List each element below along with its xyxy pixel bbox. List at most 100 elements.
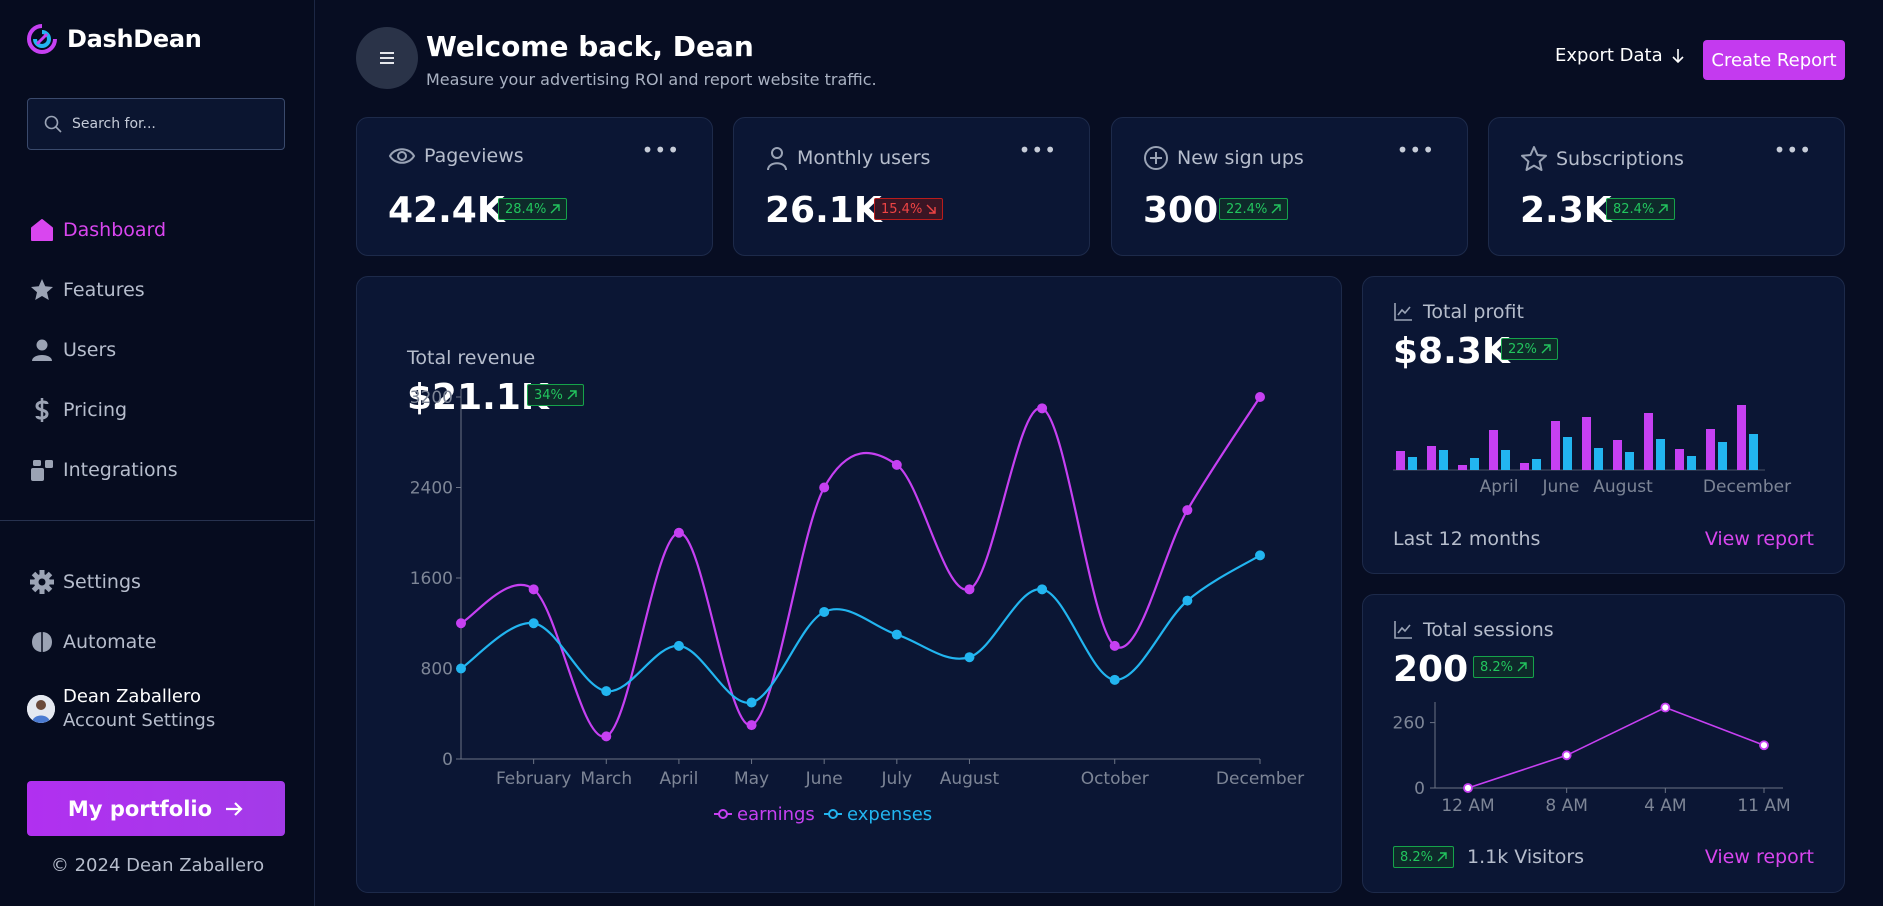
star-outline-icon [1521,146,1547,171]
bar [1470,458,1479,470]
search-input[interactable] [72,116,272,132]
stat-value: 42.4K [388,190,505,231]
sidebar-item-dashboard[interactable]: Dashboard [27,200,178,260]
x-tick-label: October [1081,769,1149,789]
bar [1644,413,1653,470]
data-point-expenses [1109,674,1120,685]
stat-title: Pageviews [388,145,524,167]
data-point-earnings [1037,403,1048,414]
legend-marker [718,809,728,819]
brand[interactable]: DashDean [27,24,202,54]
change-badge: 82.4% [1606,198,1676,220]
sidebar-item-automate[interactable]: Automate [27,612,156,672]
stat-value: 2.3K [1520,190,1612,231]
more-options-icon[interactable]: ••• [642,138,680,162]
y-tick-label: 3200 [410,388,453,408]
more-options-icon[interactable]: ••• [1019,138,1057,162]
x-tick-label: July [881,769,913,789]
x-tick-label: 12 AM [1441,796,1494,816]
bar [1396,451,1405,470]
my-portfolio-button[interactable]: My portfolio [27,781,285,836]
bar [1439,450,1448,470]
sidebar-item-features[interactable]: Features [27,260,178,320]
x-tick-label: May [734,769,769,789]
stat-card-pageviews: Pageviews ••• 42.4K 28.4% [356,117,713,256]
x-tick-label: December [1703,477,1791,497]
stat-value: 300 [1143,190,1219,231]
bar [1706,429,1715,470]
x-tick-label: April [1480,477,1519,497]
change-badge: 22.4% [1219,198,1289,220]
x-tick-label: 4 AM [1644,796,1687,816]
data-point [1660,702,1671,713]
data-point-expenses [1182,595,1193,606]
x-tick-label: August [940,769,1000,789]
more-options-icon[interactable]: ••• [1397,138,1435,162]
integrations-icon [27,455,57,485]
bar [1408,457,1417,470]
x-tick-label: 8 AM [1545,796,1588,816]
brand-logo-icon [27,24,57,54]
data-point-expenses [601,686,612,697]
sidebar-item-pricing[interactable]: Pricing [27,380,178,440]
bar [1737,405,1746,470]
export-data-button[interactable]: Export Data [1555,45,1685,66]
view-report-link[interactable]: View report [1705,528,1814,550]
account-settings-link[interactable]: Dean Zaballero Account Settings [27,685,215,733]
stat-title: Monthly users [765,145,930,171]
sidebar-item-label: Pricing [63,399,128,421]
x-tick-label: June [1541,477,1579,497]
more-options-icon[interactable]: ••• [1774,138,1812,162]
search-box[interactable] [27,98,285,150]
bar [1489,430,1498,470]
x-tick-label: June [805,769,843,789]
x-tick-label: August [1593,477,1653,497]
bar [1582,417,1591,470]
sidebar-item-integrations[interactable]: Integrations [27,440,178,500]
data-point-earnings [819,482,830,493]
y-tick-label: 0 [1414,779,1425,799]
data-point-expenses [891,629,902,640]
x-tick-label: 11 AM [1737,796,1790,816]
data-point-expenses [1037,584,1048,595]
menu-toggle-button[interactable] [356,27,418,89]
bar [1551,421,1560,470]
view-report-link[interactable]: View report [1705,846,1814,868]
stat-title-label: Subscriptions [1556,148,1684,170]
star-icon [27,275,57,305]
user-icon [27,335,57,365]
dollar-icon [27,395,57,425]
series-line-expenses [460,554,1261,704]
bar [1656,439,1665,470]
visitors-change-badge: 8.2% [1393,846,1455,868]
data-point-earnings [456,618,466,629]
bar [1563,437,1572,470]
arrow-down-icon [1672,48,1684,63]
x-tick-label: December [1216,769,1304,789]
y-tick-label: 1600 [410,569,453,589]
sessions-card: Total sessions 200 8.2% 0 260 12 AM 8 AM 4 A… [1362,594,1845,893]
x-tick-label: April [659,769,698,789]
data-point-earnings [601,731,612,742]
data-point-expenses [528,618,539,629]
account-name: Dean Zaballero [63,686,202,707]
sidebar-item-users[interactable]: Users [27,320,178,380]
create-report-button[interactable]: Create Report [1703,40,1845,80]
main-nav: Dashboard Features Users Pricing Integra… [27,200,178,500]
data-point [1561,750,1572,761]
avatar [27,695,55,723]
stat-card-new-sign-ups: New sign ups ••• 300 22.4% [1111,117,1468,256]
change-value: 15.4% [881,201,923,217]
data-point-earnings [1255,392,1265,402]
stat-value: 26.1K [765,190,882,231]
export-data-label: Export Data [1555,45,1663,66]
x-tick-label: February [496,769,571,789]
sidebar-item-settings[interactable]: Settings [27,552,156,612]
bar [1594,448,1603,470]
legend-label: earnings [737,804,815,825]
stat-title-label: Monthly users [797,147,931,169]
arrow-right-icon [226,801,243,816]
bar [1687,456,1696,470]
sidebar-item-label: Features [63,279,145,301]
change-value: 82.4% [1613,201,1655,217]
